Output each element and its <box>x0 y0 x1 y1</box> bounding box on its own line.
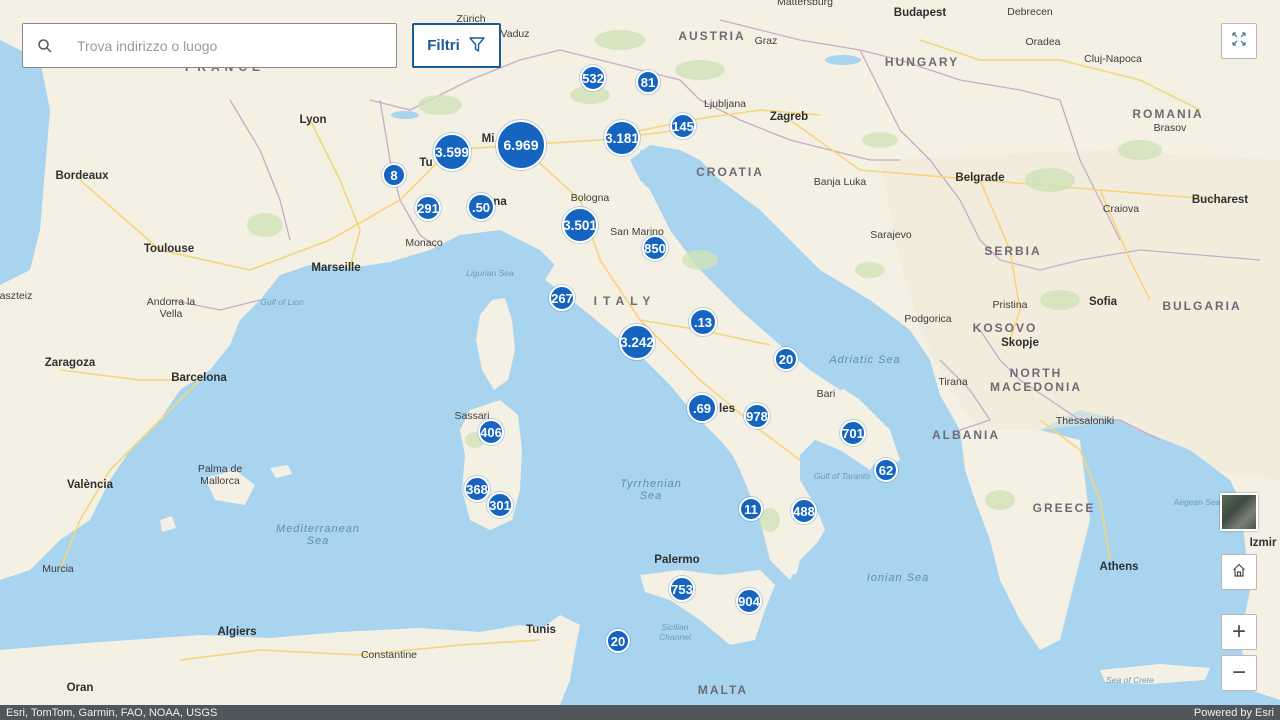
cluster-marker[interactable]: .50 <box>467 193 495 221</box>
cluster-marker[interactable]: 488 <box>791 498 817 524</box>
basemap-toggle-button[interactable] <box>1220 493 1258 531</box>
expand-button[interactable] <box>1221 23 1257 59</box>
cluster-marker[interactable]: 145 <box>670 113 696 139</box>
cluster-marker[interactable]: 3.599 <box>433 133 471 171</box>
attribution-bar: Esri, TomTom, Garmin, FAO, NOAA, USGS Po… <box>0 705 1280 720</box>
filter-button[interactable]: Filtri <box>412 23 501 68</box>
search-box[interactable] <box>22 23 397 68</box>
expand-arrows-icon <box>1231 31 1247 52</box>
home-button[interactable] <box>1221 554 1257 590</box>
cluster-marker[interactable]: 291 <box>415 195 441 221</box>
cluster-marker[interactable]: 3.181 <box>604 120 640 156</box>
cluster-marker[interactable]: 532 <box>580 65 606 91</box>
basemap <box>0 0 1280 720</box>
zoom-in-button[interactable]: + <box>1221 614 1257 650</box>
filter-funnel-icon <box>468 35 486 57</box>
cluster-marker[interactable]: 753 <box>669 576 695 602</box>
cluster-marker[interactable]: 301 <box>487 492 513 518</box>
cluster-marker[interactable]: 81 <box>636 70 660 94</box>
cluster-marker[interactable]: 62 <box>874 458 898 482</box>
cluster-marker[interactable]: 267 <box>549 285 575 311</box>
cluster-marker[interactable]: 6.969 <box>496 120 546 170</box>
cluster-marker[interactable]: 701 <box>840 420 866 446</box>
home-icon <box>1231 562 1247 583</box>
cluster-marker[interactable]: 368 <box>464 476 490 502</box>
cluster-marker[interactable]: 3.242 <box>619 324 655 360</box>
cluster-marker[interactable]: 978 <box>744 403 770 429</box>
cluster-marker[interactable]: 406 <box>478 419 504 445</box>
cluster-marker[interactable]: 904 <box>736 588 762 614</box>
cluster-marker[interactable]: 850 <box>642 235 668 261</box>
cluster-marker[interactable]: 3.501 <box>562 207 598 243</box>
search-input[interactable] <box>75 36 379 55</box>
cluster-marker[interactable]: 20 <box>774 347 798 371</box>
lake-balaton <box>825 55 861 65</box>
minus-icon: − <box>1231 659 1246 686</box>
map-view[interactable]: Zürich Vaduz Budapest Debrecen Graz Orad… <box>0 0 1280 720</box>
cluster-marker[interactable]: 8 <box>382 163 406 187</box>
powered-by-esri[interactable]: Powered by Esri <box>1194 707 1274 719</box>
zoom-out-button[interactable]: − <box>1221 655 1257 691</box>
cluster-marker[interactable]: .13 <box>689 308 717 336</box>
search-icon[interactable] <box>23 24 67 67</box>
lake-geneva <box>391 111 419 119</box>
plus-icon: + <box>1231 618 1246 645</box>
cluster-marker[interactable]: .69 <box>687 393 717 423</box>
attribution-sources: Esri, TomTom, Garmin, FAO, NOAA, USGS <box>6 706 218 719</box>
cluster-marker[interactable]: 20 <box>606 629 630 653</box>
filter-button-label: Filtri <box>427 37 460 54</box>
cluster-marker[interactable]: 11 <box>739 497 763 521</box>
